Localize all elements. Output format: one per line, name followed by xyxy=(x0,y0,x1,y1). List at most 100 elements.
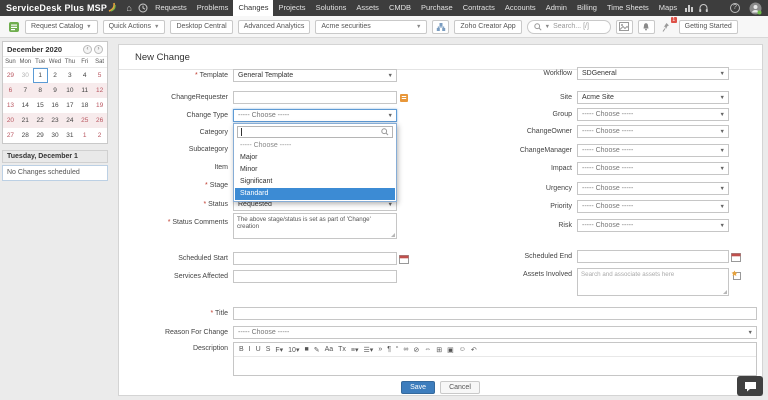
quick-actions-button[interactable]: Quick Actions ▼ xyxy=(103,20,166,34)
calendar-day[interactable]: 2 xyxy=(92,128,107,143)
calendar-day[interactable]: 1 xyxy=(33,68,48,83)
help-icon[interactable]: ? xyxy=(730,3,740,13)
smiley-icon[interactable]: ☺ xyxy=(459,346,466,353)
urgency-select[interactable]: ----- Choose ----- ▼ xyxy=(577,182,729,195)
calendar-day[interactable]: 25 xyxy=(77,113,92,128)
calendar-day[interactable]: 17 xyxy=(62,98,77,113)
home-icon[interactable]: ⌂ xyxy=(122,0,136,16)
font-family-icon[interactable]: F▾ xyxy=(275,346,283,354)
status-comments-textarea[interactable]: The above stage/status is set as part of… xyxy=(233,213,397,239)
scheduled-start-input[interactable] xyxy=(233,252,397,265)
bold-icon[interactable]: B xyxy=(239,346,244,353)
calendar-day[interactable]: 26 xyxy=(92,113,107,128)
nav-tab-contracts[interactable]: Contracts xyxy=(458,0,500,16)
site-select[interactable]: Acme Site ▼ xyxy=(577,91,729,104)
nav-tab-time-sheets[interactable]: Time Sheets xyxy=(602,0,654,16)
nav-tab-problems[interactable]: Problems xyxy=(192,0,234,16)
nav-tab-purchase[interactable]: Purchase xyxy=(416,0,458,16)
nav-tab-changes[interactable]: Changes xyxy=(233,0,273,16)
highlight-icon[interactable]: ✎ xyxy=(314,346,320,354)
asset-select-icon[interactable] xyxy=(731,270,741,280)
change-owner-select[interactable]: ----- Choose ----- ▼ xyxy=(577,125,729,138)
calendar-day[interactable]: 8 xyxy=(33,83,48,98)
nav-tab-accounts[interactable]: Accounts xyxy=(500,0,541,16)
calendar-day[interactable]: 19 xyxy=(92,98,107,113)
zoho-creator-app-button[interactable]: Zoho Creator App xyxy=(454,20,521,34)
assets-involved-textarea[interactable]: Search and associate assets here xyxy=(577,268,729,296)
workflow-select[interactable]: SDGeneral ▼ xyxy=(577,67,729,80)
undo-icon[interactable]: ↶ xyxy=(471,346,477,354)
request-catalog-icon[interactable] xyxy=(8,21,20,33)
italic-icon[interactable]: I xyxy=(249,346,251,353)
title-input[interactable] xyxy=(233,307,757,320)
nav-tab-billing[interactable]: Billing xyxy=(572,0,602,16)
desktop-central-button[interactable]: Desktop Central xyxy=(170,20,232,34)
dropdown-search-input[interactable] xyxy=(237,126,393,138)
change-type-option-choose[interactable]: ----- Choose ----- xyxy=(235,140,395,152)
unlink-icon[interactable]: ⊘ xyxy=(413,346,419,354)
indent-icon[interactable]: » xyxy=(378,346,382,353)
calendar-day[interactable]: 24 xyxy=(62,113,77,128)
calendar-day[interactable]: 18 xyxy=(77,98,92,113)
impact-select[interactable]: ----- Choose ----- ▼ xyxy=(577,162,729,175)
calendar-next-icon[interactable]: › xyxy=(94,45,103,54)
calendar-day[interactable]: 29 xyxy=(33,128,48,143)
change-type-option-minor[interactable]: Minor xyxy=(235,164,395,176)
calendar-day[interactable]: 14 xyxy=(18,98,33,113)
group-select[interactable]: ----- Choose ----- ▼ xyxy=(577,108,729,121)
photo-icon[interactable] xyxy=(616,20,633,34)
nav-tab-admin[interactable]: Admin xyxy=(541,0,572,16)
calendar-day[interactable]: 6 xyxy=(3,83,18,98)
reports-icon[interactable] xyxy=(682,0,696,16)
recent-items-icon[interactable] xyxy=(136,0,150,16)
getting-started-button[interactable]: Getting Started xyxy=(679,20,738,34)
nav-tab-maps[interactable]: Maps xyxy=(654,0,682,16)
calendar-picker-icon[interactable] xyxy=(731,252,741,262)
user-avatar-icon[interactable] xyxy=(748,0,762,16)
change-type-option-standard[interactable]: Standard xyxy=(235,188,395,200)
calendar-day[interactable]: 3 xyxy=(62,68,77,83)
list-icon[interactable]: ☰▾ xyxy=(364,346,374,354)
strikethrough-icon[interactable]: S xyxy=(266,346,271,353)
request-catalog-button[interactable]: Request Catalog ▼ xyxy=(25,20,98,34)
priority-select[interactable]: ----- Choose ----- ▼ xyxy=(577,200,729,213)
risk-select[interactable]: ----- Choose ----- ▼ xyxy=(577,219,729,232)
address-book-icon[interactable] xyxy=(399,93,409,103)
save-button[interactable]: Save xyxy=(401,381,435,394)
calendar-day[interactable]: 12 xyxy=(92,83,107,98)
change-manager-select[interactable]: ----- Choose ----- ▼ xyxy=(577,144,729,157)
table-icon[interactable]: ⊞ xyxy=(436,346,442,354)
services-affected-input[interactable] xyxy=(233,270,397,283)
calendar-day[interactable]: 29 xyxy=(3,68,18,83)
template-select[interactable]: General Template ▼ xyxy=(233,69,397,82)
calendar-day[interactable]: 30 xyxy=(18,68,33,83)
calendar-day[interactable]: 31 xyxy=(62,128,77,143)
calendar-day[interactable]: 20 xyxy=(3,113,18,128)
calendar-day[interactable]: 28 xyxy=(18,128,33,143)
announcements-pin-icon[interactable]: 1 xyxy=(660,20,674,34)
cancel-button[interactable]: Cancel xyxy=(440,381,480,394)
image-icon[interactable]: ▣ xyxy=(447,346,454,354)
organization-icon[interactable] xyxy=(432,20,449,34)
advanced-analytics-button[interactable]: Advanced Analytics xyxy=(238,20,311,34)
bell-icon[interactable] xyxy=(638,20,655,34)
change-type-option-major[interactable]: Major xyxy=(235,152,395,164)
underline-icon[interactable]: U xyxy=(256,346,261,353)
calendar-day[interactable]: 27 xyxy=(3,128,18,143)
calendar-day[interactable]: 16 xyxy=(48,98,63,113)
text-case-icon[interactable]: Aa xyxy=(325,346,334,353)
calendar-day[interactable]: 4 xyxy=(77,68,92,83)
font-size-icon[interactable]: 10▾ xyxy=(288,346,299,354)
calendar-day[interactable]: 2 xyxy=(48,68,63,83)
calendar-day[interactable]: 9 xyxy=(48,83,63,98)
global-search-input[interactable]: ▼ Search... [/] xyxy=(527,20,611,34)
calendar-day[interactable]: 11 xyxy=(77,83,92,98)
description-content-area[interactable] xyxy=(234,357,756,375)
calendar-day[interactable]: 21 xyxy=(18,113,33,128)
calendar-day[interactable]: 7 xyxy=(18,83,33,98)
calendar-day[interactable]: 22 xyxy=(33,113,48,128)
clear-format-icon[interactable]: Tx xyxy=(338,346,346,353)
text-color-icon[interactable]: ■ xyxy=(304,346,308,353)
calendar-prev-icon[interactable]: ‹ xyxy=(83,45,92,54)
calendar-picker-icon[interactable] xyxy=(399,254,409,264)
